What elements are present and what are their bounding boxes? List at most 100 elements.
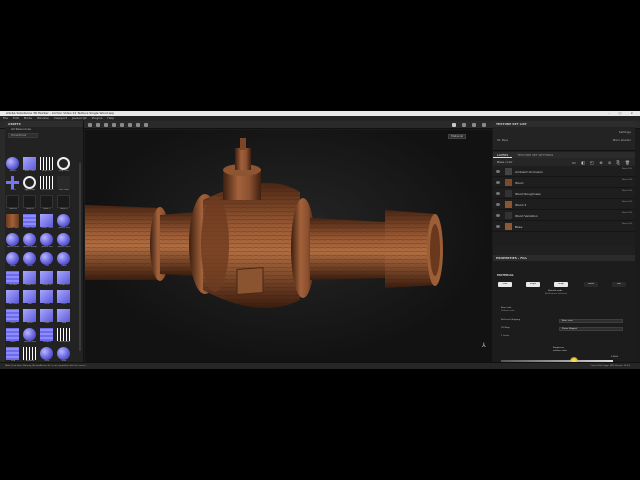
menu-mode[interactable]: Mode (24, 116, 32, 120)
menu-plugins[interactable]: Plugins (92, 116, 103, 120)
texture-set-item[interactable]: 01 Pipe (497, 138, 508, 142)
asset-item[interactable]: Egg Shape (22, 176, 38, 194)
menu-file[interactable]: File (3, 116, 8, 120)
minimize-icon[interactable]: – (608, 111, 614, 115)
asset-item[interactable]: Cross Hatch (56, 328, 72, 346)
quick-mask-icon[interactable] (144, 123, 148, 127)
split-view-icon[interactable] (472, 123, 476, 127)
assets-scrollbar[interactable] (79, 163, 81, 351)
layer-blend-mode[interactable]: Norm 100 (622, 190, 632, 193)
asset-item[interactable]: Sheet (22, 309, 38, 327)
visibility-eye-icon[interactable] (496, 214, 500, 217)
asset-item[interactable]: Mask B (22, 195, 38, 213)
menu-viewport[interactable]: Viewport (54, 116, 67, 120)
layer-blend-mode[interactable]: Norm 100 (622, 179, 632, 182)
layer-row[interactable]: Wood Roughness Norm 100 (493, 189, 635, 199)
layer-row[interactable]: Wood 2 Norm 100 (493, 200, 635, 210)
mat-button-rough[interactable]: rough (554, 282, 568, 287)
visibility-eye-icon[interactable] (496, 203, 500, 206)
asset-item[interactable]: Wood Floor (5, 214, 21, 232)
texture-set-settings-button[interactable]: Settings (619, 130, 631, 134)
mat-button-color[interactable]: color (498, 282, 512, 287)
asset-item[interactable]: Hexgrid (39, 328, 55, 346)
asset-item[interactable]: Cross (5, 176, 21, 194)
asset-item[interactable]: Lines (5, 309, 21, 327)
asset-item[interactable]: Blue Tiles (22, 214, 38, 232)
close-icon[interactable]: × (630, 111, 637, 115)
asset-item[interactable]: Shape 03 (56, 271, 72, 289)
asset-item[interactable]: Sphere Mesh (56, 233, 72, 251)
asset-item[interactable]: Shape 01 (22, 271, 38, 289)
3d-viewport[interactable]: Material ⅄ (85, 130, 492, 362)
asset-item[interactable]: Ridge (5, 252, 21, 270)
material-picker-icon[interactable] (136, 123, 140, 127)
paint-brush-icon[interactable] (88, 123, 92, 127)
asset-item[interactable]: Slab (56, 309, 72, 327)
asset-item[interactable]: Plate (39, 309, 55, 327)
clone-icon[interactable] (128, 123, 132, 127)
layer-blend-mode[interactable]: Norm 100 (622, 212, 632, 215)
mat-button-metal[interactable]: metal (584, 282, 598, 287)
asset-item[interactable]: Blue Cube (22, 157, 38, 175)
layer-action-icons[interactable]: ▭ ◧ ◰ ⊕ ⊘ ⎘ 🗑 (572, 160, 632, 165)
asset-item[interactable]: Mask A (5, 195, 21, 213)
asset-item[interactable]: Brick (5, 328, 21, 346)
layer-row[interactable]: Wood Variation Norm 100 (493, 211, 635, 221)
asset-item[interactable]: Band Pattern (39, 176, 55, 194)
maximize-icon[interactable]: □ (619, 111, 626, 115)
display-settings-icon[interactable] (482, 123, 486, 127)
mat-button-height[interactable]: height (526, 282, 540, 287)
layer-row[interactable]: Base Norm 100 (493, 222, 635, 232)
visibility-eye-icon[interactable] (496, 225, 500, 228)
asset-item[interactable]: Sphere Bump (22, 233, 38, 251)
asset-item[interactable]: Stripe Line (39, 157, 55, 175)
viewport-mode-dropdown[interactable]: Material (448, 134, 466, 139)
asset-item[interactable]: Shape 02 (39, 271, 55, 289)
assets-filter-dropdown[interactable]: Smartmat (8, 133, 38, 138)
menu-window[interactable]: Window (37, 116, 49, 120)
asset-item[interactable]: Panel (39, 290, 55, 308)
tab-texture-set-settings[interactable]: TEXTURE SET SETTINGS (513, 153, 557, 157)
render-icon[interactable] (462, 123, 466, 127)
visibility-eye-icon[interactable] (496, 192, 500, 195)
layer-blend-mode[interactable]: Norm 100 (622, 201, 632, 204)
projection-icon[interactable] (104, 123, 108, 127)
visibility-eye-icon[interactable] (496, 170, 500, 173)
visibility-eye-icon[interactable] (496, 181, 500, 184)
asset-item[interactable]: Sphere Wide (5, 233, 21, 251)
layer-blend-mode[interactable]: Norm 100 (622, 223, 632, 226)
asset-item[interactable]: Sphere Soft (56, 214, 72, 232)
smudge-icon[interactable] (120, 123, 124, 127)
eraser-icon[interactable] (96, 123, 100, 127)
asset-item[interactable]: Rivet (56, 290, 72, 308)
mat-button-nrm[interactable]: nrm (612, 282, 626, 287)
base-color-value[interactable]: Uniform color (501, 310, 515, 312)
asset-item[interactable]: Mask C (39, 195, 55, 213)
asset-item[interactable]: Ring Circle (56, 157, 72, 175)
menu-edit[interactable]: Edit (13, 116, 19, 120)
asset-item[interactable]: Mask D (56, 195, 72, 213)
asset-item[interactable]: Purple Cube (39, 214, 55, 232)
layer-row[interactable]: Ambient Occlusion Norm 100 (493, 167, 635, 177)
asset-item[interactable]: Sphere Blue (22, 328, 38, 346)
asset-item[interactable]: Glass (56, 252, 72, 270)
asset-item[interactable]: Cube Stack (5, 290, 21, 308)
asset-item[interactable]: Sphere (5, 157, 21, 175)
asset-item[interactable]: Bolt (22, 290, 38, 308)
camera-icon[interactable] (452, 123, 456, 127)
asset-item[interactable]: Knurl (22, 252, 38, 270)
asset-item[interactable]: Tile Pack (5, 271, 21, 289)
reflective-mapping-select[interactable]: Basic color (559, 319, 623, 323)
geometry-fill-icon[interactable] (112, 123, 116, 127)
asset-item[interactable]: Sphere Hex (39, 233, 55, 251)
layer-row[interactable]: Wood Norm 100 (493, 178, 635, 188)
uv-wrap-select[interactable]: Planar Mapped (559, 327, 623, 331)
layer-blend-mode[interactable]: Norm 100 (622, 168, 632, 171)
roughness-value[interactable]: 0.3560 (611, 356, 618, 358)
shader-dropdown[interactable]: Main shader (613, 138, 631, 142)
asset-item[interactable]: Dark Mask (56, 176, 72, 194)
menu-help[interactable]: Help (107, 116, 114, 120)
channel-dropdown[interactable]: Base color (497, 160, 513, 164)
asset-item[interactable]: Orb (39, 252, 55, 270)
menu-javascript[interactable]: Javascript (72, 116, 87, 120)
